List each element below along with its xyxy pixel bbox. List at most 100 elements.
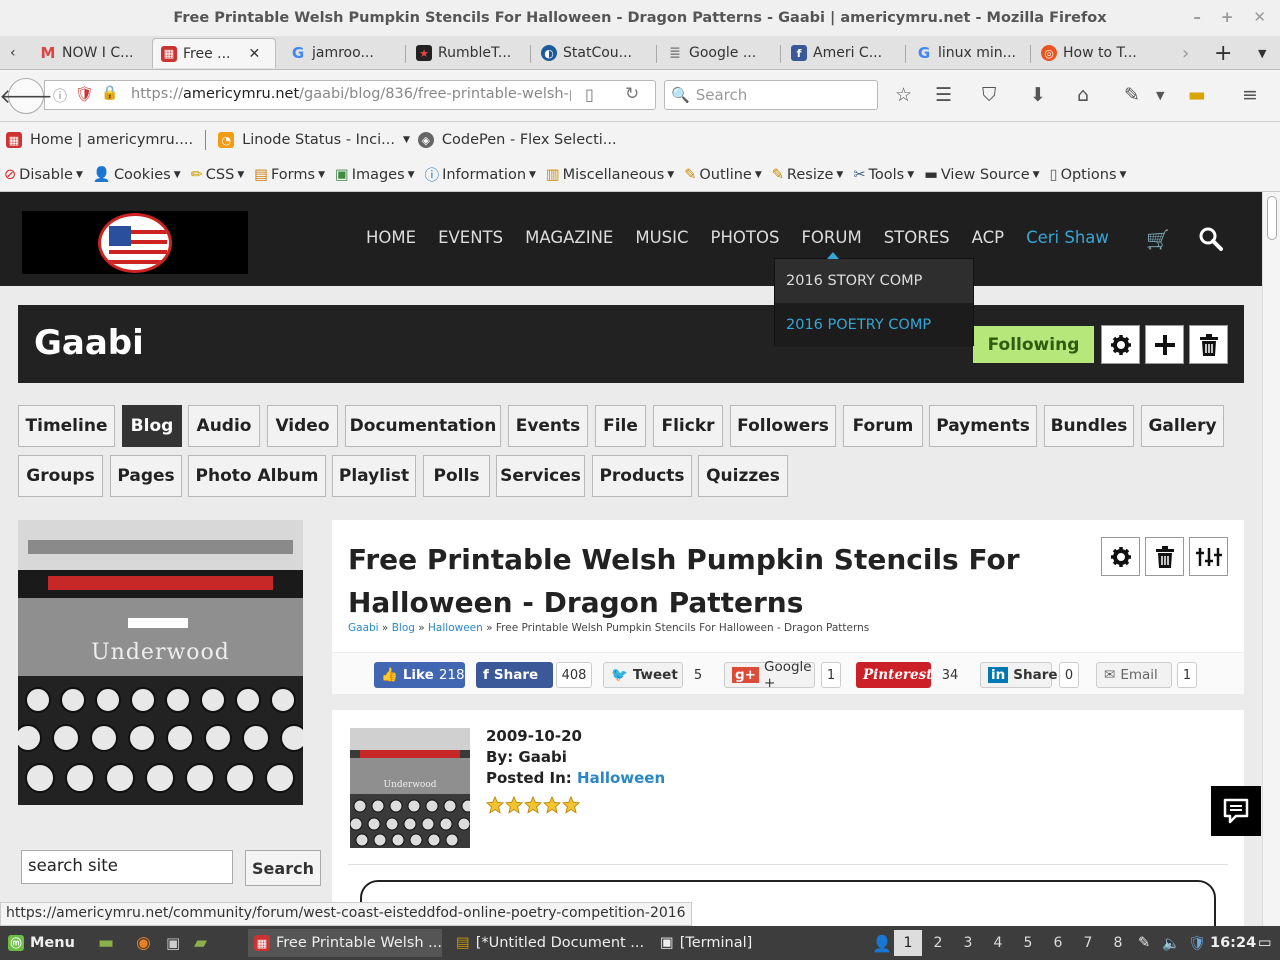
tab-pages[interactable]: Pages	[110, 455, 182, 497]
facebook-like-button[interactable]: 👍 Like 218	[374, 662, 465, 688]
back-button[interactable]: 🡐	[0, 78, 53, 114]
extension-icon[interactable]: ▬	[1188, 84, 1206, 106]
crumb-gaabi[interactable]: Gaabi	[348, 622, 379, 634]
nav-home[interactable]: HOME	[366, 228, 416, 247]
profile-add-button[interactable]	[1145, 325, 1184, 364]
close-tab-icon[interactable]: ✕	[249, 46, 261, 62]
profile-image[interactable]: Underwood	[18, 520, 303, 805]
tracking-blocked-icon[interactable]: 🛡	[75, 85, 94, 103]
tab-google-docs[interactable]: ≣ Google ...	[659, 38, 783, 68]
firefox-launcher-icon[interactable]: ◉	[130, 929, 157, 957]
star-icon[interactable]	[505, 796, 523, 814]
tab-blog[interactable]: Blog	[122, 405, 182, 447]
tab-how-to[interactable]: ◎ How to T...	[1033, 38, 1151, 68]
tab-services[interactable]: Services	[496, 455, 585, 497]
nav-stores[interactable]: STORES	[884, 228, 950, 247]
crumb-blog[interactable]: Blog	[392, 622, 415, 634]
nav-music[interactable]: MUSIC	[635, 228, 688, 247]
tab-forum[interactable]: Forum	[843, 405, 923, 447]
following-button[interactable]: Following	[973, 326, 1094, 363]
article-delete-button[interactable]	[1145, 537, 1184, 576]
tab-photo-album[interactable]: Photo Album	[188, 455, 326, 497]
nav-events[interactable]: EVENTS	[438, 228, 503, 247]
dropdown-poetry-comp[interactable]: 2016 POETRY COMP	[775, 303, 973, 347]
post-thumbnail[interactable]: Underwood	[350, 728, 470, 848]
browser-search-input[interactable]: 🔍 Search	[664, 80, 878, 110]
nav-forum[interactable]: FORUM	[801, 228, 861, 247]
home-icon[interactable]: ⌂	[1077, 84, 1089, 106]
tabs-scroll-left-icon[interactable]: ‹	[2, 38, 24, 68]
tab-audio[interactable]: Audio	[188, 405, 260, 447]
rating-stars[interactable]	[486, 796, 580, 814]
dev-resize[interactable]: ✎ Resize ▼	[772, 167, 844, 183]
task-terminal[interactable]: ▣ [Terminal]	[654, 929, 758, 957]
star-icon[interactable]	[486, 796, 504, 814]
tab-flickr[interactable]: Flickr	[653, 405, 723, 447]
tabs-scroll-right-icon[interactable]: ›	[1174, 38, 1197, 68]
crumb-halloween[interactable]: Halloween	[428, 622, 483, 634]
profile-settings-button[interactable]	[1101, 325, 1140, 364]
reload-icon[interactable]: ↻	[625, 84, 639, 104]
cart-icon[interactable]: 🛒	[1146, 228, 1170, 251]
url-text[interactable]: https://americymru.net/gaabi/blog/836/fr…	[131, 86, 571, 102]
facebook-share-button[interactable]: f Share	[476, 662, 553, 688]
tab-gmail[interactable]: M NOW I C...	[32, 38, 150, 68]
display-icon[interactable]: ▭	[1252, 929, 1278, 957]
files-launcher-icon[interactable]: ▰	[188, 929, 213, 957]
workspace-3[interactable]: 3	[954, 930, 982, 956]
maximize-icon[interactable]: +	[1221, 8, 1234, 26]
site-search-button[interactable]: Search	[245, 850, 321, 886]
close-window-icon[interactable]: ✕	[1253, 8, 1266, 26]
show-desktop-icon[interactable]: ▬	[92, 929, 120, 957]
workspace-6[interactable]: 6	[1044, 930, 1072, 956]
site-search-input[interactable]: search site	[21, 850, 233, 884]
bookmark-codepen[interactable]: CodePen - Flex Selecti...	[442, 132, 617, 148]
tab-documentation[interactable]: Documentation	[345, 405, 501, 447]
tab-products[interactable]: Products	[592, 455, 692, 497]
dev-css[interactable]: ✏ CSS ▼	[191, 167, 245, 183]
nav-acp[interactable]: ACP	[972, 228, 1004, 247]
chevron-down-icon[interactable]: ▼	[403, 135, 410, 145]
workspace-4[interactable]: 4	[984, 930, 1012, 956]
article-settings-button[interactable]	[1101, 537, 1140, 576]
tab-playlist[interactable]: Playlist	[332, 455, 416, 497]
bookmark-star-icon[interactable]: ☆	[895, 84, 912, 106]
start-menu-button[interactable]: ⓜ Menu	[2, 929, 81, 957]
workspace-8[interactable]: 8	[1104, 930, 1132, 956]
network-icon[interactable]: ✎	[1132, 929, 1156, 957]
dev-miscellaneous[interactable]: ▥ Miscellaneous ▼	[546, 167, 674, 183]
tab-active[interactable]: ▦ Free ... ✕	[152, 38, 276, 68]
tab-payments[interactable]: Payments	[929, 405, 1037, 447]
tab-rumble[interactable]: ★ RumbleT...	[408, 38, 526, 68]
task-document[interactable]: ▤ [*Untitled Document ...	[450, 929, 646, 957]
workspace-7[interactable]: 7	[1074, 930, 1102, 956]
pocket-icon[interactable]: ⛉	[982, 84, 996, 106]
chevron-down-icon[interactable]: ▼	[1156, 89, 1164, 102]
bookmark-home[interactable]: Home | americymru....	[30, 132, 193, 148]
dev-information[interactable]: ⓘ Information ▼	[425, 164, 536, 185]
nav-user[interactable]: Ceri Shaw	[1026, 228, 1109, 247]
category-link[interactable]: Halloween	[577, 769, 665, 787]
tab-statcounter[interactable]: ◐ StatCou...	[533, 38, 651, 68]
nav-magazine[interactable]: MAGAZINE	[525, 228, 613, 247]
tab-file[interactable]: File	[595, 405, 646, 447]
tab-groups[interactable]: Groups	[18, 455, 103, 497]
task-firefox[interactable]: ▦ Free Printable Welsh ...	[248, 929, 442, 957]
tab-jamroom[interactable]: G jamroo...	[282, 38, 400, 68]
tab-polls[interactable]: Polls	[423, 455, 490, 497]
minimize-icon[interactable]: –	[1193, 8, 1201, 26]
dev-forms[interactable]: ▤ Forms ▼	[254, 167, 325, 183]
tab-bundles[interactable]: Bundles	[1044, 405, 1134, 447]
star-icon[interactable]	[524, 796, 542, 814]
download-icon[interactable]: ⬇	[1030, 84, 1046, 106]
new-tab-icon[interactable]: +	[1206, 38, 1240, 68]
dev-options[interactable]: ▯ Options ▼	[1050, 167, 1127, 183]
dev-disable[interactable]: ⊘ Disable ▼	[4, 167, 83, 183]
tab-linux-mint[interactable]: G linux min...	[908, 38, 1026, 68]
terminal-launcher-icon[interactable]: ▣	[160, 929, 186, 957]
tab-video[interactable]: Video	[267, 405, 338, 447]
star-icon[interactable]	[543, 796, 561, 814]
hamburger-menu-icon[interactable]: ≡	[1242, 84, 1258, 106]
workspace-2[interactable]: 2	[924, 930, 952, 956]
tab-timeline[interactable]: Timeline	[18, 405, 115, 447]
